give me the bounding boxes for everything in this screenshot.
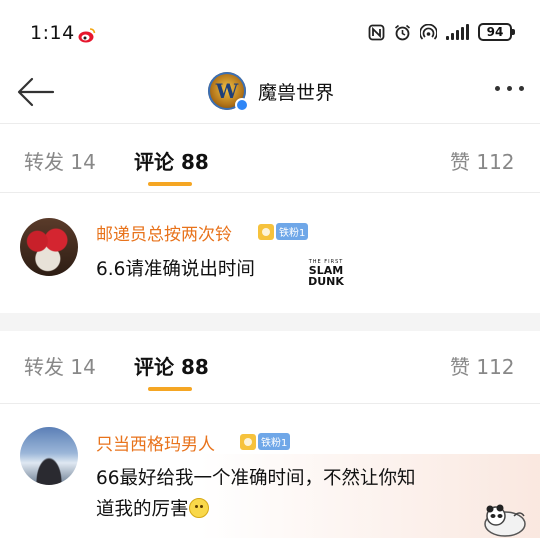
tabs-row-1: 转发 14 评论 88 赞 112 xyxy=(0,126,540,186)
active-tab-indicator xyxy=(148,182,192,186)
tab-comments[interactable]: 评论 88 xyxy=(134,351,209,380)
comment-text-line-1: 66最好给我一个准确时间，不然让你知 xyxy=(96,468,416,489)
comment-text: 6.6请准确说出时间 xyxy=(96,259,255,280)
comment-username[interactable]: 只当西格玛男人 xyxy=(96,430,215,455)
section-separator xyxy=(0,313,540,331)
comment-item: 邮递员总按两次铃 铁粉1 6.6请准确说出时间 THE FIRST SLAM D… xyxy=(0,193,540,313)
fan-badge: 铁粉1 xyxy=(240,433,291,450)
panda-sticker-icon xyxy=(484,504,526,537)
nfc-icon xyxy=(368,24,385,41)
tab-repost[interactable]: 转发 14 xyxy=(24,351,96,380)
tab-comments[interactable]: 评论 88 xyxy=(134,146,209,175)
back-button[interactable] xyxy=(16,74,56,110)
fan-badge-label: 铁粉1 xyxy=(276,223,309,240)
tab-likes[interactable]: 赞 112 xyxy=(450,146,515,175)
signal-icon xyxy=(446,24,469,40)
status-icons: 94 xyxy=(368,23,515,41)
slam-dunk-sticker: THE FIRST SLAM DUNK xyxy=(306,259,346,295)
fan-badge-icon xyxy=(240,433,256,450)
alarm-icon xyxy=(394,24,411,41)
account-info[interactable]: W 魔兽世界 xyxy=(208,72,335,112)
comment-text-line-2: 道我的厉害 xyxy=(96,493,209,526)
comment-item: 只当西格玛男人 铁粉1 66最好给我一个准确时间，不然让你知 道我的厉害 xyxy=(0,404,540,543)
sticker-line-2: DUNK xyxy=(308,275,344,288)
arrow-left-icon xyxy=(17,77,55,107)
page-header: W 魔兽世界 xyxy=(0,64,540,122)
battery-icon: 94 xyxy=(478,23,515,41)
wow-logo-letter: W xyxy=(215,79,239,103)
active-tab-indicator xyxy=(148,387,192,391)
status-bar: 1:14 94 xyxy=(0,0,540,64)
fan-badge-icon xyxy=(258,223,274,240)
account-avatar[interactable]: W xyxy=(208,72,249,112)
comment-username[interactable]: 邮递员总按两次铃 xyxy=(96,220,232,245)
weibo-icon xyxy=(78,28,96,43)
tab-repost[interactable]: 转发 14 xyxy=(24,146,96,175)
page-title: 魔兽世界 xyxy=(258,81,335,104)
avatar[interactable] xyxy=(20,427,78,485)
tab-likes[interactable]: 赞 112 xyxy=(450,351,515,380)
awkward-smile-emoji-icon xyxy=(188,498,209,518)
avatar[interactable] xyxy=(20,218,78,276)
battery-level: 94 xyxy=(486,25,504,39)
divider xyxy=(0,123,540,124)
fan-badge-label: 铁粉1 xyxy=(258,433,291,450)
tabs-row-2: 转发 14 评论 88 赞 112 xyxy=(0,331,540,391)
fan-badge: 铁粉1 xyxy=(258,223,309,240)
verified-icon xyxy=(235,98,249,112)
status-time: 1:14 xyxy=(30,22,75,44)
more-dots-icon[interactable] xyxy=(495,86,524,91)
comment-text-line-2-text: 道我的厉害 xyxy=(96,499,189,520)
hotspot-icon xyxy=(420,23,437,41)
